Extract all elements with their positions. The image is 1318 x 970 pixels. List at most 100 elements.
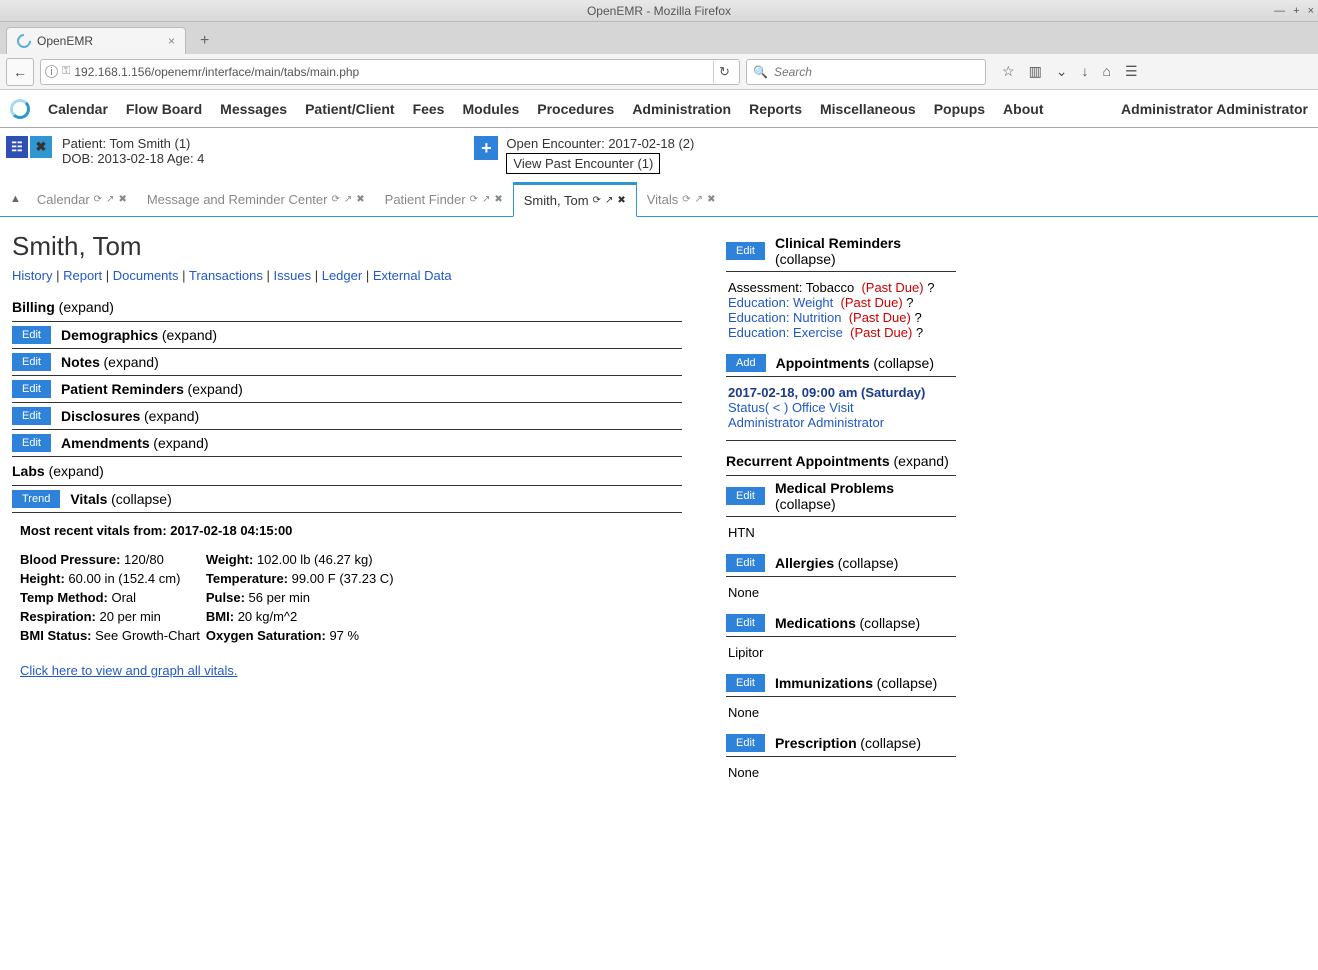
encounter-label: Open Encounter:	[506, 136, 604, 151]
url-bar[interactable]: i ⚿ ↻	[40, 59, 740, 85]
refresh-icon[interactable]: ⟳	[682, 194, 690, 205]
section-medical-problems: Edit Medical Problems (collapse)	[726, 476, 956, 517]
link-issues[interactable]: Issues	[274, 268, 312, 283]
caret-up-icon[interactable]: ▲	[10, 193, 21, 205]
edit-meds-button[interactable]: Edit	[726, 614, 765, 632]
minimize-icon[interactable]: —	[1274, 5, 1285, 17]
section-recurrent-appts[interactable]: Recurrent Appointments (expand)	[726, 447, 956, 476]
rx-body: None	[726, 757, 956, 790]
section-demographics: Edit Demographics (expand)	[12, 322, 682, 349]
search-bar[interactable]: 🔍	[746, 59, 986, 85]
menu-modules[interactable]: Modules	[462, 101, 519, 117]
refresh-icon[interactable]: ⟳	[94, 194, 102, 205]
edit-amendments-button[interactable]: Edit	[12, 434, 51, 452]
search-input[interactable]	[774, 65, 979, 79]
menu-popups[interactable]: Popups	[934, 101, 985, 117]
app-logo-icon[interactable]	[10, 99, 30, 119]
menu-icon[interactable]: ☰	[1125, 63, 1138, 80]
menu-calendar[interactable]: Calendar	[48, 101, 108, 117]
library-icon[interactable]: ▥	[1029, 63, 1042, 80]
url-input[interactable]	[74, 65, 709, 79]
new-tab-button[interactable]: +	[192, 28, 217, 54]
appointment-date[interactable]: 2017-02-18, 09:00 am (Saturday)	[728, 385, 954, 400]
edit-rx-button[interactable]: Edit	[726, 734, 765, 752]
edit-reminders-button[interactable]: Edit	[12, 380, 51, 398]
close-icon[interactable]: ×	[1308, 5, 1314, 17]
section-billing[interactable]: Billing (expand)	[12, 293, 682, 322]
section-labs[interactable]: Labs (expand)	[12, 457, 682, 486]
clinical-body: Assessment: Tobacco (Past Due) ? Educati…	[726, 272, 956, 350]
refresh-icon[interactable]: ⟳	[331, 194, 339, 205]
menu-reports[interactable]: Reports	[749, 101, 802, 117]
menu-messages[interactable]: Messages	[220, 101, 287, 117]
tab-smith-tom[interactable]: Smith, Tom ⟳ ↗ ✖	[513, 182, 637, 217]
popout-icon[interactable]: ↗	[482, 194, 490, 205]
menu-flowboard[interactable]: Flow Board	[126, 101, 202, 117]
bookmark-star-icon[interactable]: ☆	[1002, 63, 1015, 80]
close-tab-icon[interactable]: ✖	[707, 194, 715, 205]
maximize-icon[interactable]: +	[1293, 5, 1299, 17]
link-history[interactable]: History	[12, 268, 52, 283]
edit-demographics-button[interactable]: Edit	[12, 326, 51, 344]
tab-calendar[interactable]: Calendar ⟳ ↗ ✖	[27, 184, 137, 215]
link-report[interactable]: Report	[63, 268, 102, 283]
content-area: Smith, Tom History | Report | Documents …	[0, 217, 1318, 804]
refresh-icon[interactable]: ⟳	[470, 194, 478, 205]
new-encounter-button[interactable]: +	[474, 136, 498, 160]
popout-icon[interactable]: ↗	[695, 194, 703, 205]
refresh-icon[interactable]: ↻	[713, 61, 735, 83]
popout-icon[interactable]: ↗	[344, 194, 352, 205]
close-tab-icon[interactable]: ✖	[118, 194, 126, 205]
pocket-icon[interactable]: ⌄	[1056, 63, 1068, 80]
menu-admin[interactable]: Administration	[632, 101, 731, 117]
home-icon[interactable]: ⌂	[1103, 63, 1111, 80]
edit-allergies-button[interactable]: Edit	[726, 554, 765, 572]
edit-notes-button[interactable]: Edit	[12, 353, 51, 371]
link-ledger[interactable]: Ledger	[322, 268, 362, 283]
encounter-value[interactable]: 2017-02-18 (2)	[608, 136, 694, 151]
tab-patient-finder[interactable]: Patient Finder ⟳ ↗ ✖	[375, 184, 513, 215]
menu-patient[interactable]: Patient/Client	[305, 101, 394, 117]
browser-tab[interactable]: OpenEMR ×	[6, 27, 186, 54]
link-external[interactable]: External Data	[373, 268, 452, 283]
menu-procedures[interactable]: Procedures	[537, 101, 614, 117]
menu-fees[interactable]: Fees	[413, 101, 445, 117]
vital-bmi-status: BMI Status: See Growth-Chart	[20, 628, 200, 643]
menu-about[interactable]: About	[1003, 101, 1043, 117]
encounter-info: + Open Encounter: 2017-02-18 (2) View Pa…	[474, 136, 694, 174]
vital-bp: Blood Pressure: 120/80	[20, 552, 200, 567]
appointment-provider[interactable]: Administrator Administrator	[728, 415, 954, 430]
refresh-icon[interactable]: ⟳	[593, 195, 601, 206]
edit-medprob-button[interactable]: Edit	[726, 487, 765, 505]
nav-back-button[interactable]: ←	[6, 58, 34, 86]
popout-icon[interactable]: ↗	[106, 194, 114, 205]
info-icon[interactable]: i	[45, 65, 58, 78]
popout-icon[interactable]: ↗	[605, 195, 613, 206]
menu-misc[interactable]: Miscellaneous	[820, 101, 916, 117]
tab-vitals[interactable]: Vitals ⟳ ↗ ✖	[637, 184, 726, 215]
reminder-weight: Education: Weight (Past Due) ?	[728, 295, 954, 310]
edit-disclosures-button[interactable]: Edit	[12, 407, 51, 425]
os-window-buttons: — + ×	[1274, 5, 1314, 17]
downloads-icon[interactable]: ↓	[1082, 63, 1089, 80]
link-transactions[interactable]: Transactions	[189, 268, 263, 283]
tab-close-icon[interactable]: ×	[168, 34, 175, 48]
edit-clinical-button[interactable]: Edit	[726, 242, 765, 260]
view-past-encounter-button[interactable]: View Past Encounter (1)	[506, 153, 660, 174]
vital-oxygen: Oxygen Saturation: 97 %	[206, 628, 394, 643]
current-user[interactable]: Administrator Administrator	[1121, 101, 1308, 117]
vitals-link[interactable]: Click here to view and graph all vitals.	[20, 663, 674, 678]
tab-messages[interactable]: Message and Reminder Center ⟳ ↗ ✖	[137, 184, 375, 215]
add-appointment-button[interactable]: Add	[726, 354, 766, 372]
clipboard-icon[interactable]: ☷	[6, 136, 28, 158]
close-tab-icon[interactable]: ✖	[617, 195, 625, 206]
section-patient-reminders: Edit Patient Reminders (expand)	[12, 376, 682, 403]
close-tab-icon[interactable]: ✖	[494, 194, 502, 205]
close-tab-icon[interactable]: ✖	[356, 194, 364, 205]
edit-imm-button[interactable]: Edit	[726, 674, 765, 692]
close-patient-icon[interactable]: ✖	[30, 136, 52, 158]
link-documents[interactable]: Documents	[113, 268, 179, 283]
patient-name[interactable]: Tom Smith (1)	[109, 136, 190, 151]
trend-vitals-button[interactable]: Trend	[12, 490, 60, 508]
appointment-status[interactable]: Status( < ) Office Visit	[728, 400, 954, 415]
